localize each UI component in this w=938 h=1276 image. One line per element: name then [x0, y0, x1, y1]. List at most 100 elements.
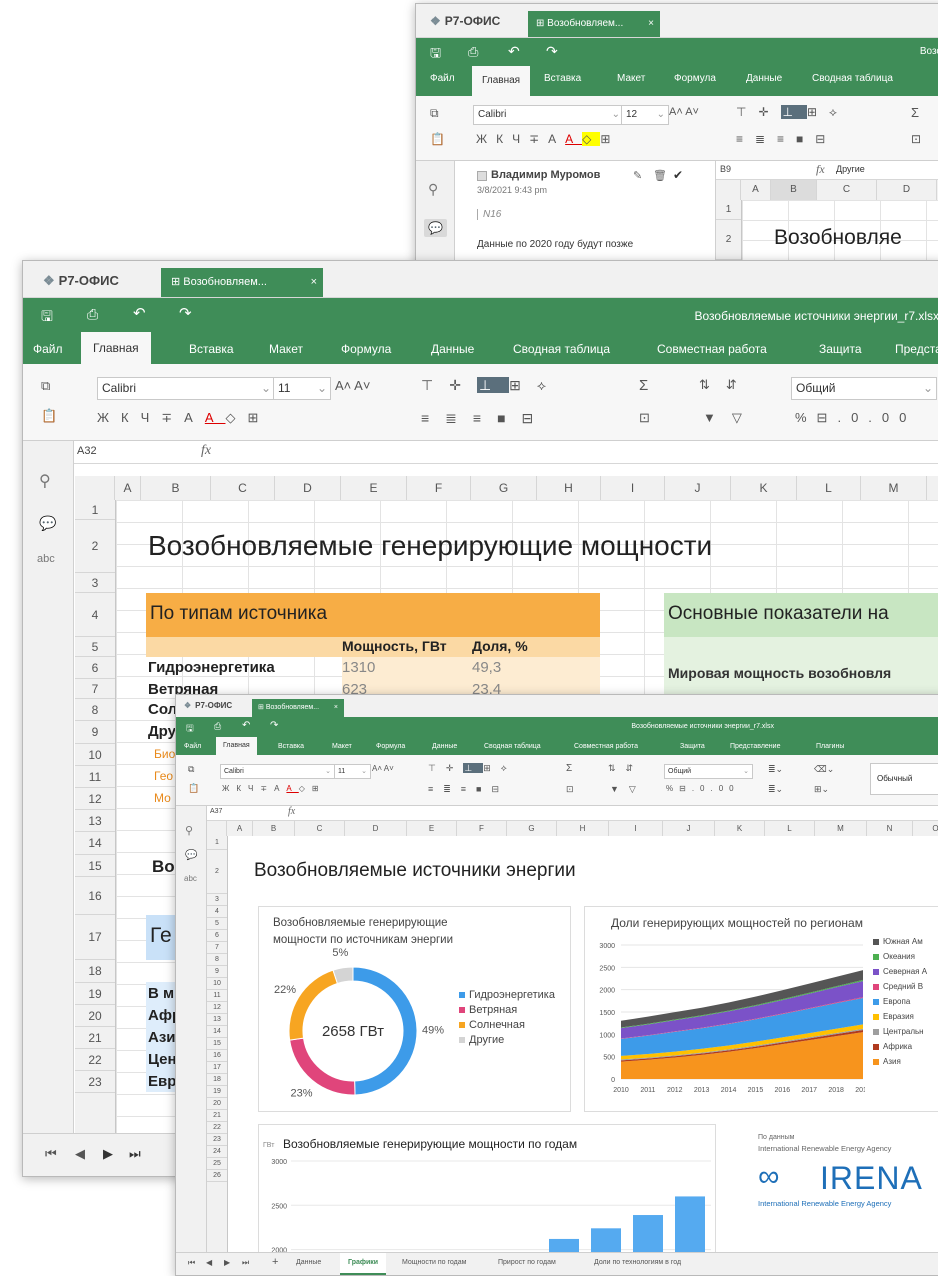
next-sheet-icon[interactable]: ▶ [224, 1258, 230, 1267]
menu-layout[interactable]: Макет [269, 342, 303, 356]
row-header[interactable]: 24 [207, 1146, 227, 1158]
search-icon[interactable]: ⚲ [185, 824, 193, 837]
cell-name-box[interactable]: B9 [720, 164, 731, 174]
row-header[interactable]: 14 [75, 832, 115, 855]
menu-data[interactable]: Данные [431, 342, 474, 356]
sum-icon[interactable]: Σ [566, 763, 572, 774]
add-sheet-icon[interactable]: + [272, 1256, 278, 1268]
fx-icon[interactable]: fx [201, 443, 211, 459]
menu-home[interactable]: Главная [472, 66, 531, 96]
column-header[interactable]: B [253, 821, 295, 836]
copy-icon[interactable]: ⧉ [430, 106, 439, 121]
row-header[interactable]: 1 [75, 500, 115, 520]
column-header[interactable]: K [731, 476, 797, 500]
number-format-select[interactable]: Общий ⌄ [791, 377, 937, 400]
column-header[interactable]: M [815, 821, 867, 836]
align-horizontal-icons[interactable]: ≡≣≡■⊟ [428, 784, 509, 795]
row-header[interactable]: 17 [207, 1062, 227, 1074]
column-header[interactable]: C [817, 180, 877, 200]
column-header[interactable]: A [115, 476, 141, 500]
fx-icon[interactable]: fx [816, 162, 825, 177]
row-header[interactable]: 9 [207, 966, 227, 978]
document-tab[interactable]: ⊞ Возобновляем... × [252, 699, 344, 717]
row-header[interactable]: 25 [207, 1158, 227, 1170]
row-header[interactable]: 9 [75, 721, 115, 744]
cell-icon[interactable]: ⊡ [911, 132, 921, 146]
column-header[interactable]: A [741, 180, 771, 200]
menu-home[interactable]: Главная [216, 737, 257, 755]
row-header[interactable]: 2 [716, 220, 741, 260]
row-header[interactable]: 4 [75, 593, 115, 637]
row-header[interactable]: 8 [207, 954, 227, 966]
row-header[interactable]: 18 [75, 960, 115, 983]
column-header[interactable]: A [227, 821, 253, 836]
sort-icons[interactable]: ⇅⇵ [608, 763, 643, 774]
row-header[interactable]: 18 [207, 1074, 227, 1086]
filter-icons[interactable]: ▼▽ [703, 410, 758, 426]
column-header[interactable]: O [913, 821, 938, 836]
menu-collaboration[interactable]: Совместная работа [574, 743, 638, 750]
menu-view[interactable]: Представление [895, 342, 938, 356]
close-tab-icon[interactable]: × [334, 699, 338, 717]
row-header[interactable]: 14 [207, 1026, 227, 1038]
menu-pivot[interactable]: Сводная таблица [484, 743, 541, 750]
row-header[interactable]: 19 [207, 1086, 227, 1098]
row-header[interactable]: 5 [75, 637, 115, 657]
row-header[interactable]: 11 [75, 766, 115, 788]
column-header[interactable] [207, 821, 227, 836]
copy-icon[interactable]: ⧉ [41, 378, 50, 394]
redo-icon[interactable]: ↷ [270, 720, 278, 731]
wrap-icon[interactable]: ≣⌄ [768, 764, 783, 775]
sum-icon[interactable]: Σ [911, 105, 919, 120]
donut-chart-card[interactable]: Возобновляемые генерирующие мощности по … [258, 906, 571, 1112]
font-size-select[interactable]: 11 ⌄ [334, 764, 371, 779]
menu-protection[interactable]: Защита [680, 743, 705, 750]
column-header[interactable]: E [341, 476, 407, 500]
menu-plugins[interactable]: Плагины [816, 743, 844, 750]
row-header[interactable]: 17 [75, 915, 115, 960]
row-header[interactable]: 21 [207, 1110, 227, 1122]
row-header[interactable]: 26 [207, 1170, 227, 1182]
save-icon[interactable]: 🖫 [430, 44, 441, 66]
row-header[interactable]: 6 [75, 657, 115, 679]
last-sheet-icon[interactable]: ⏭ [242, 1258, 249, 1268]
sheet-tab-growth[interactable]: Прирост по годам [498, 1259, 556, 1266]
menu-file[interactable]: Файл [430, 73, 455, 84]
sheet-tab-charts[interactable]: Графики [340, 1253, 387, 1275]
cell-name-box[interactable]: A32 [77, 445, 97, 457]
column-header[interactable]: H [537, 476, 601, 500]
font-style-icons[interactable]: ЖКЧ∓AA◇⊞ [222, 784, 326, 793]
sheet-tab-capacity[interactable]: Мощности по годам [402, 1259, 466, 1266]
column-header[interactable]: B [771, 180, 817, 200]
row-header[interactable]: 20 [207, 1098, 227, 1110]
menu-insert[interactable]: Вставка [189, 342, 234, 356]
font-style-icons[interactable]: ЖКЧ∓AA◇⊞ [476, 132, 619, 146]
paste-icon[interactable]: 📋 [41, 408, 57, 424]
spellcheck-icon[interactable]: abc [184, 874, 197, 883]
insert-icon[interactable]: ≣⌄ [768, 784, 783, 795]
menu-layout[interactable]: Макет [617, 73, 645, 84]
column-header[interactable]: E [407, 821, 457, 836]
font-name-select[interactable]: Calibri ⌄ [97, 377, 275, 400]
row-header[interactable]: 10 [75, 744, 115, 766]
search-icon[interactable]: ⚲ [428, 181, 438, 198]
row-header[interactable]: 12 [75, 788, 115, 810]
document-tab[interactable]: ⊞ Возобновляем... × [161, 268, 323, 297]
fx-icon[interactable]: fx [288, 806, 295, 817]
font-color-icon[interactable]: A [205, 410, 226, 425]
row-header[interactable]: 11 [207, 990, 227, 1002]
redo-icon[interactable]: ↷ [179, 304, 192, 322]
menu-formula[interactable]: Формула [674, 73, 716, 84]
menu-home[interactable]: Главная [81, 332, 151, 364]
menu-formula[interactable]: Формула [341, 342, 391, 356]
column-header[interactable]: D [345, 821, 407, 836]
cell-icon[interactable]: ⊡ [639, 410, 650, 426]
font-grow-icon[interactable]: A˄ A˅ [335, 378, 370, 393]
sort-icons[interactable]: ⇅⇵ [699, 377, 753, 393]
row-header[interactable]: 3 [75, 573, 115, 593]
comment-icon[interactable]: 💬 [185, 850, 197, 861]
column-header[interactable]: N [867, 821, 913, 836]
row-header[interactable]: 4 [207, 906, 227, 918]
column-header[interactable] [716, 180, 741, 200]
menu-layout[interactable]: Макет [332, 743, 352, 750]
